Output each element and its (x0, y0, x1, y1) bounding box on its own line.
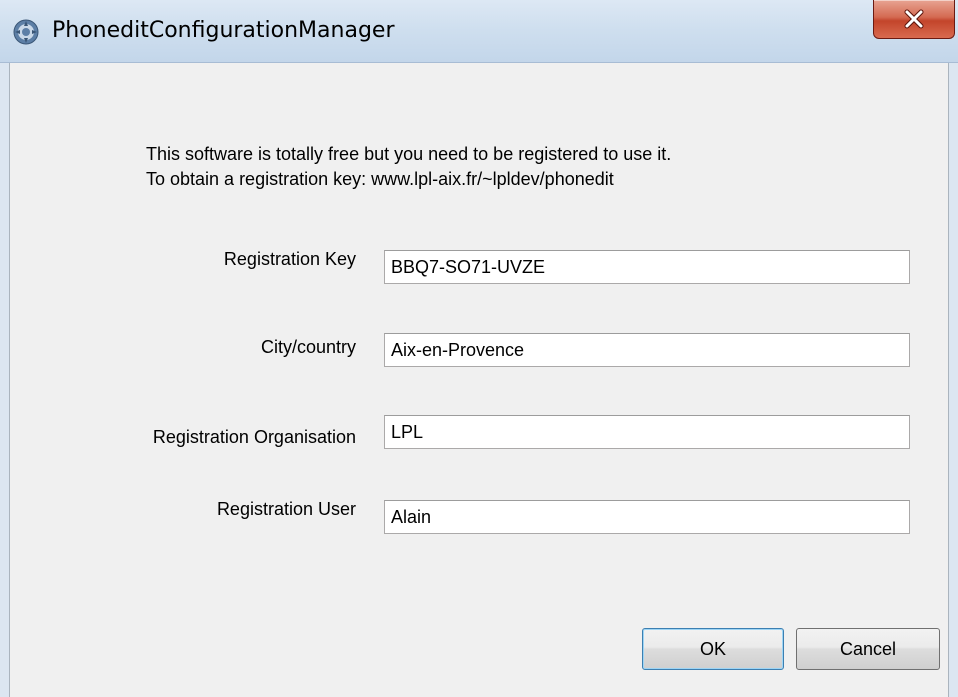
registration-key-label: Registration Key (223, 249, 356, 269)
registration-user-label: Registration User (216, 499, 356, 519)
registration-user-input[interactable] (384, 500, 910, 534)
city-country-label: City/country (260, 337, 356, 357)
window-left-border (0, 63, 10, 697)
ok-button[interactable]: OK (642, 628, 784, 670)
info-line-2: To obtain a registration key: www.lpl-ai… (146, 169, 614, 189)
info-line-1: This software is totally free but you ne… (146, 144, 672, 164)
window-right-border (948, 63, 958, 697)
window-title: PhoneditConfigurationManager (52, 18, 395, 43)
config-dialog: PhoneditConfigurationManager This softwa… (0, 0, 958, 697)
registration-organisation-input[interactable] (384, 415, 910, 449)
city-country-input[interactable] (384, 333, 910, 367)
registration-key-input[interactable] (384, 250, 910, 284)
cancel-button[interactable]: Cancel (796, 628, 940, 670)
info-text: This software is totally free but you ne… (146, 142, 671, 192)
registration-organisation-label: Registration Organisation (152, 427, 356, 447)
close-button[interactable] (873, 0, 955, 39)
app-gear-icon (12, 18, 40, 46)
title-bar[interactable]: PhoneditConfigurationManager (0, 0, 958, 63)
close-icon (903, 9, 925, 29)
